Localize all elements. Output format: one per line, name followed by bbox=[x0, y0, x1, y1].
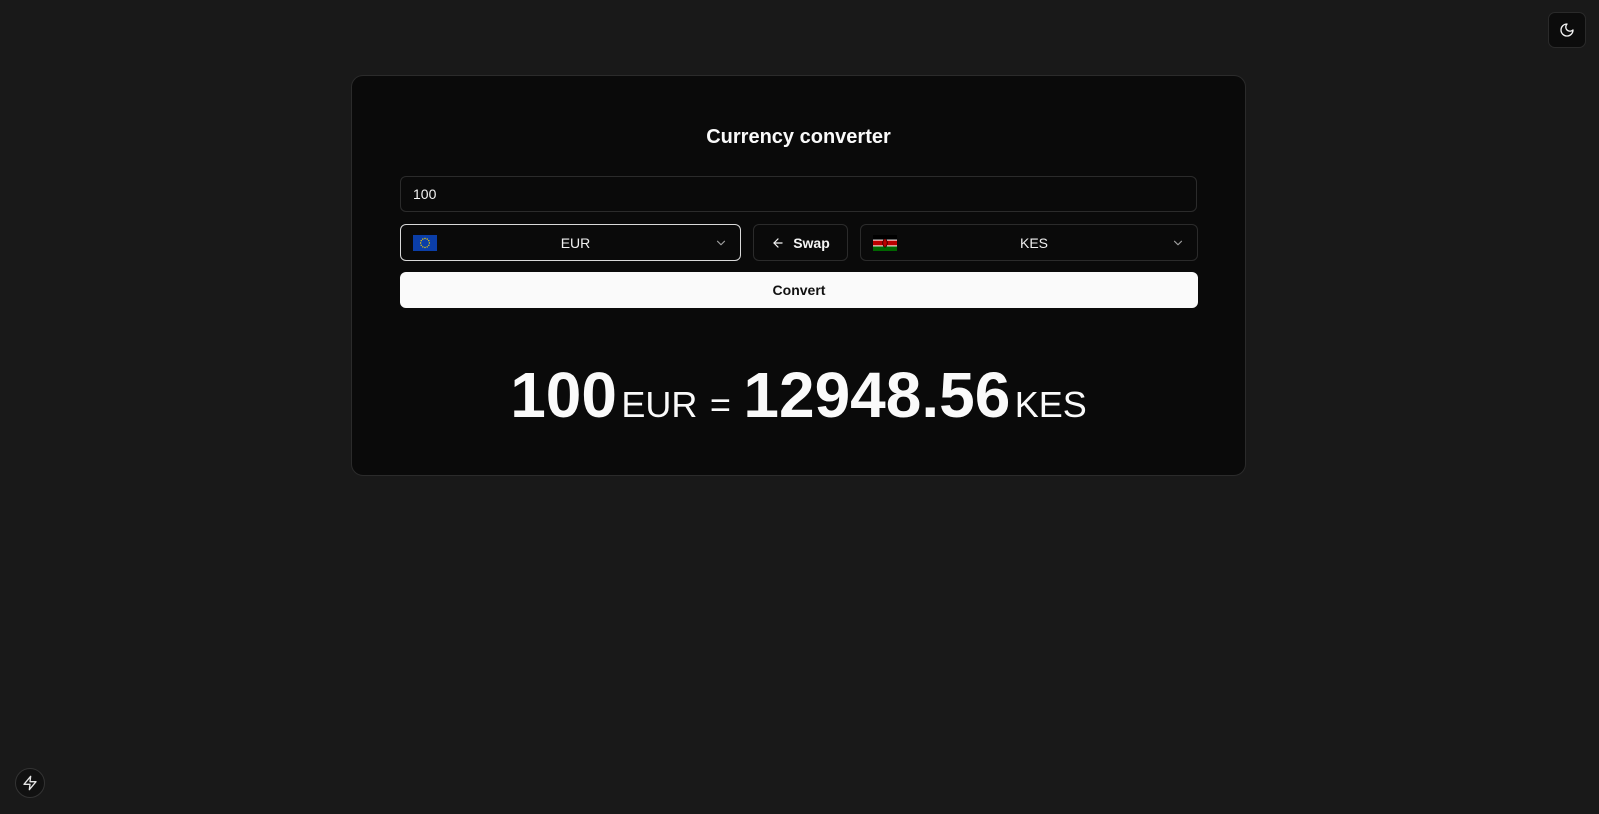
amount-input[interactable] bbox=[400, 176, 1197, 212]
chevron-down-icon bbox=[716, 240, 726, 245]
dev-tools-button[interactable] bbox=[15, 768, 45, 798]
arrow-left-icon bbox=[773, 237, 783, 248]
lightning-bolt-icon bbox=[23, 775, 37, 791]
eu-flag-icon bbox=[413, 234, 437, 251]
result-converted-amount: 12948.56 bbox=[743, 359, 1011, 431]
swap-button-label: Swap bbox=[793, 234, 830, 251]
result-source-code: EUR bbox=[621, 384, 698, 425]
to-currency-select[interactable]: KES bbox=[860, 224, 1198, 261]
theme-toggle-button[interactable] bbox=[1548, 12, 1586, 48]
kenya-flag-icon bbox=[873, 234, 897, 251]
from-currency-code: EUR bbox=[560, 234, 591, 251]
page-title: Currency converter bbox=[706, 126, 891, 148]
result-target-code: KES bbox=[1014, 384, 1087, 425]
conversion-result: 100 EUR = 12948.56 KES bbox=[352, 358, 1245, 432]
convert-button[interactable]: Convert bbox=[400, 272, 1198, 308]
to-currency-code: KES bbox=[1019, 234, 1048, 251]
result-equals: = bbox=[709, 384, 731, 425]
swap-button[interactable]: Swap bbox=[753, 224, 848, 261]
from-currency-select[interactable]: EUR bbox=[400, 224, 741, 261]
converter-card: Currency converter EUR Swap bbox=[351, 75, 1246, 476]
moon-icon bbox=[1560, 23, 1574, 37]
result-source-amount: 100 bbox=[510, 359, 617, 431]
chevron-down-icon bbox=[1173, 240, 1183, 245]
